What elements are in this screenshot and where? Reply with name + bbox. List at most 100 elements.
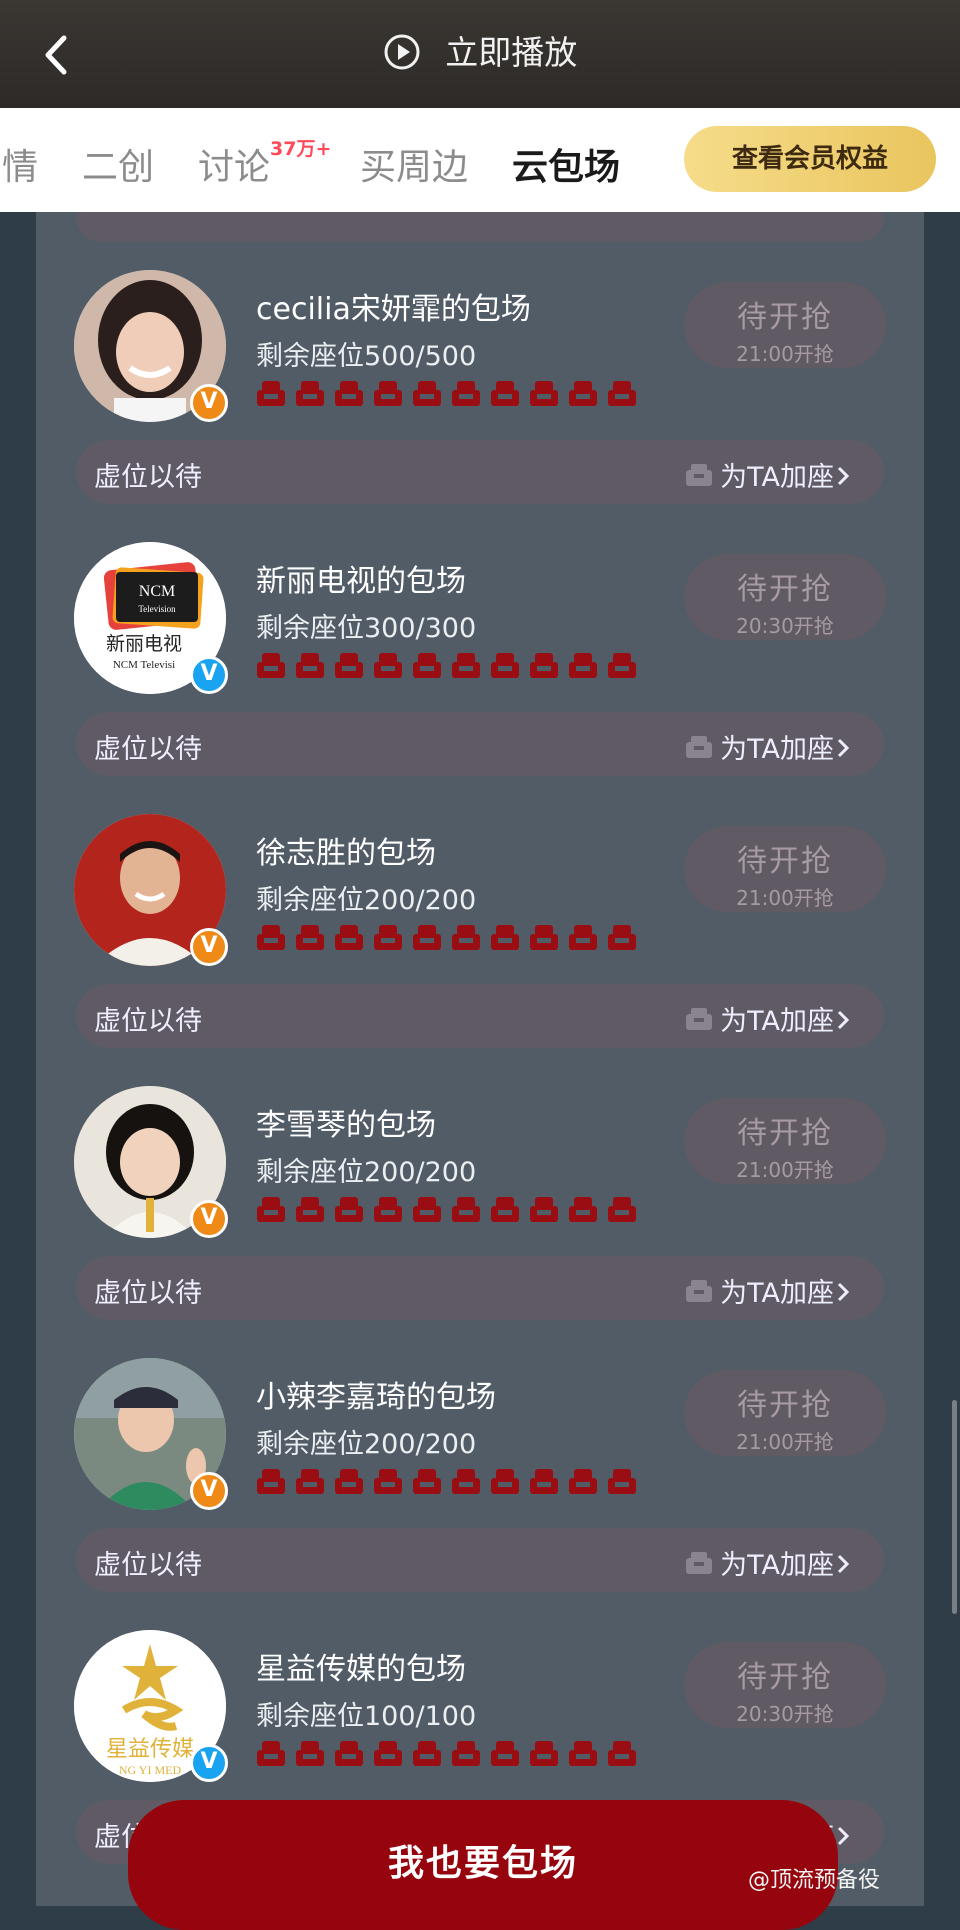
screening-title: 星益传媒的包场 (256, 1652, 466, 1687)
verified-badge-icon: V (190, 656, 228, 694)
screening-card: V 李雪琴的包场 剩余座位200/200 待开抢 21:00开抢 虚位以待 为T… (36, 1028, 924, 1320)
watermark: @顶流预备役 (748, 1868, 881, 1893)
verified-badge-icon: V (190, 928, 228, 966)
seat-icons-row (256, 652, 646, 680)
seat-icons (257, 1197, 636, 1222)
seat-icon (374, 925, 402, 950)
seat-icons-row (256, 924, 646, 952)
wait-to-grab-button[interactable]: 待开抢 20:30开抢 (684, 1642, 886, 1728)
seat-icons-row (256, 380, 646, 408)
xingyi-logo-cn: 星益传媒 (106, 1737, 194, 1762)
remaining-seats: 剩余座位200/200 (256, 1429, 477, 1460)
grab-status: 待开抢 (737, 844, 833, 879)
seat-icon (530, 1741, 558, 1766)
grab-status: 待开抢 (737, 300, 833, 335)
avatar[interactable]: V (74, 814, 228, 966)
avatar[interactable]: V (74, 1086, 228, 1238)
avatar[interactable]: V (74, 1358, 228, 1510)
grab-time: 21:00开抢 (736, 886, 834, 910)
seat-icon (491, 381, 519, 406)
seat-icon (569, 653, 597, 678)
seat-icon (569, 381, 597, 406)
tab-merchandise[interactable]: 买周边 (360, 138, 468, 190)
seat-icons (257, 1741, 636, 1766)
seat-icon (608, 1197, 636, 1222)
grab-time: 21:00开抢 (736, 342, 834, 366)
avatar[interactable]: V (74, 270, 228, 422)
wait-to-grab-button[interactable]: 待开抢 21:00开抢 (684, 826, 886, 912)
seat-icon (491, 1469, 519, 1494)
tab-cloud-screening[interactable]: 云包场 (512, 138, 620, 190)
seat-icons (257, 1469, 636, 1494)
remaining-seats: 剩余座位200/200 (256, 885, 477, 916)
grab-status: 待开抢 (737, 1116, 833, 1151)
seat-icon (569, 1741, 597, 1766)
view-member-benefits-button[interactable]: 查看会员权益 (684, 126, 936, 192)
screening-title: 小辣李嘉琦的包场 (256, 1380, 496, 1415)
seat-icon (608, 653, 636, 678)
seat-icon (452, 381, 480, 406)
verified-badge-icon: V (190, 1200, 228, 1238)
seat-icon (374, 1197, 402, 1222)
wait-to-grab-button[interactable]: 待开抢 21:00开抢 (684, 1098, 886, 1184)
verified-badge-icon: V (190, 1744, 228, 1782)
seat-icon (413, 925, 441, 950)
seat-icon (608, 381, 636, 406)
avatar[interactable]: 星益传媒 NG YI MED V (74, 1630, 228, 1782)
seat-icons (257, 381, 636, 406)
seat-icon (335, 381, 363, 406)
grab-time: 20:30开抢 (736, 614, 834, 638)
seat-icon (257, 653, 285, 678)
seat-icon (257, 381, 285, 406)
seat-icon (491, 1197, 519, 1222)
seat-icon (296, 925, 324, 950)
screening-title: 徐志胜的包场 (256, 836, 436, 871)
seat-icon (335, 1197, 363, 1222)
seat-icon (452, 1741, 480, 1766)
remaining-seats: 剩余座位200/200 (256, 1157, 477, 1188)
seat-icon (569, 1197, 597, 1222)
ncm-logo-subtext: Television (138, 604, 176, 614)
seat-icon (452, 1197, 480, 1222)
seat-icon (296, 1741, 324, 1766)
seat-icon (296, 1469, 324, 1494)
seat-icon (335, 653, 363, 678)
seat-icon (530, 1197, 558, 1222)
screening-card: V cecilia宋妍霏的包场 剩余座位500/500 待开抢 21:00开抢 … (36, 212, 924, 504)
tab-discussion[interactable]: 讨论 (198, 138, 270, 190)
play-now-button[interactable]: 立即播放 (0, 26, 960, 74)
ncm-logo-cn: 新丽电视 (106, 633, 182, 655)
grab-time: 21:00开抢 (736, 1158, 834, 1182)
tab-bar: 情 二创 讨论 37万+ 买周边 云包场 查看会员权益 (0, 108, 960, 212)
tab-details[interactable]: 情 (2, 138, 38, 190)
scrollbar[interactable] (952, 1400, 957, 1614)
discussion-count-badge: 37万+ (270, 138, 332, 160)
tab-fan-creations[interactable]: 二创 (82, 138, 154, 190)
grab-status: 待开抢 (737, 1388, 833, 1423)
seat-icon (296, 653, 324, 678)
wait-to-grab-button[interactable]: 待开抢 20:30开抢 (684, 554, 886, 640)
seat-icon (374, 653, 402, 678)
seat-icon (257, 1469, 285, 1494)
wait-to-grab-button[interactable]: 待开抢 21:00开抢 (684, 1370, 886, 1456)
screening-list: V cecilia宋妍霏的包场 剩余座位500/500 待开抢 21:00开抢 … (36, 212, 924, 1906)
seat-icon (296, 1197, 324, 1222)
seat-icon (335, 1741, 363, 1766)
remaining-seats: 剩余座位100/100 (256, 1701, 477, 1732)
seat-icon (608, 1741, 636, 1766)
grab-status: 待开抢 (737, 572, 833, 607)
seat-icon (374, 1469, 402, 1494)
seat-icon (608, 1469, 636, 1494)
wait-to-grab-button[interactable]: 待开抢 21:00开抢 (684, 282, 886, 368)
ncm-logo-text: NCM (139, 583, 175, 600)
seat-icon (335, 925, 363, 950)
seat-icon (608, 925, 636, 950)
seat-icon (491, 653, 519, 678)
remaining-seats: 剩余座位500/500 (256, 341, 477, 372)
seat-icon (413, 1741, 441, 1766)
screening-title: 新丽电视的包场 (256, 564, 466, 599)
avatar[interactable]: NCM Television 新丽电视 NCM Televisi V (74, 542, 228, 694)
ncm-logo-en: NCM Televisi (113, 659, 175, 671)
seat-icon (374, 1741, 402, 1766)
book-screening-button[interactable]: 我也要包场 (128, 1800, 838, 1930)
